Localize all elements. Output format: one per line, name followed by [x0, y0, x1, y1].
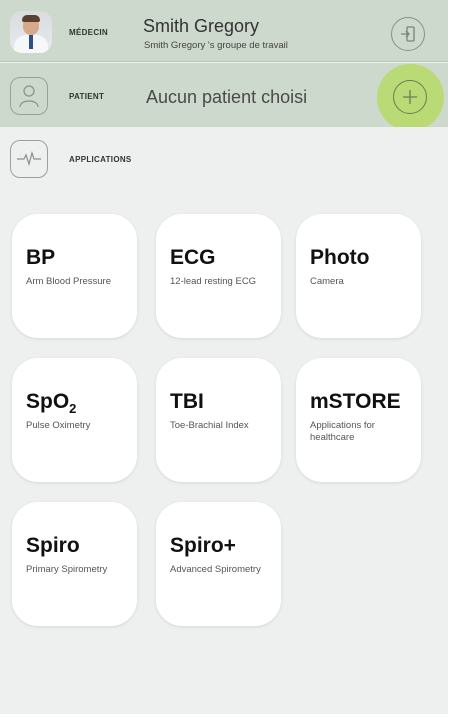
app-tile-spiro-plus[interactable]: Spiro+ Advanced Spirometry — [156, 502, 281, 626]
tile-title: ECG — [170, 246, 216, 269]
logout-icon — [401, 26, 415, 42]
plus-icon — [403, 90, 417, 104]
doctor-row: MÉDECIN Smith Gregory Smith Gregory 's g… — [0, 0, 448, 62]
tile-title: Photo — [310, 246, 370, 269]
app-tile-spo2[interactable]: SpO2 Pulse Oximetry — [12, 358, 137, 482]
tile-subtitle: Applications for healthcare — [310, 420, 375, 443]
patient-icon-box — [10, 77, 48, 115]
tile-subtitle: Toe-Brachial Index — [170, 420, 249, 431]
applications-section-label: APPLICATIONS — [69, 155, 132, 164]
app-tile-ecg[interactable]: ECG 12-lead resting ECG — [156, 214, 281, 338]
tile-title: SpO2 — [26, 390, 77, 417]
applications-icon-box — [10, 140, 48, 178]
tile-title: Spiro — [26, 534, 80, 557]
doctor-workgroup: Smith Gregory 's groupe de travail — [144, 40, 288, 51]
applications-row: APPLICATIONS — [0, 127, 448, 189]
tile-title: mSTORE — [310, 390, 401, 413]
app-tile-spiro[interactable]: Spiro Primary Spirometry — [12, 502, 137, 626]
tile-title: BP — [26, 246, 56, 269]
app-tile-mstore[interactable]: mSTORE Applications for healthcare — [296, 358, 421, 482]
tile-title: TBI — [170, 390, 204, 413]
tile-subtitle: Pulse Oximetry — [26, 420, 91, 431]
tile-subtitle: 12-lead resting ECG — [170, 276, 257, 287]
doctor-avatar — [10, 11, 52, 53]
patient-status: Aucun patient choisi — [146, 87, 308, 107]
app-tile-photo[interactable]: Photo Camera — [296, 214, 421, 338]
app-tile-bp[interactable]: BP Arm Blood Pressure — [12, 214, 137, 338]
app-tile-tbi[interactable]: TBI Toe-Brachial Index — [156, 358, 281, 482]
person-icon — [19, 85, 39, 108]
tile-subtitle: Arm Blood Pressure — [26, 276, 112, 287]
doctor-name: Smith Gregory — [143, 16, 260, 36]
tile-subtitle: Camera — [310, 276, 344, 287]
pulse-icon — [17, 151, 41, 167]
tile-title: Spiro+ — [170, 534, 236, 557]
doctor-role-label: MÉDECIN — [69, 28, 108, 37]
add-patient-button[interactable] — [393, 80, 427, 114]
logout-button[interactable] — [391, 17, 425, 51]
tile-subtitle: Primary Spirometry — [26, 564, 108, 575]
patient-role-label: PATIENT — [69, 92, 105, 101]
tile-subtitle: Advanced Spirometry — [170, 564, 261, 575]
